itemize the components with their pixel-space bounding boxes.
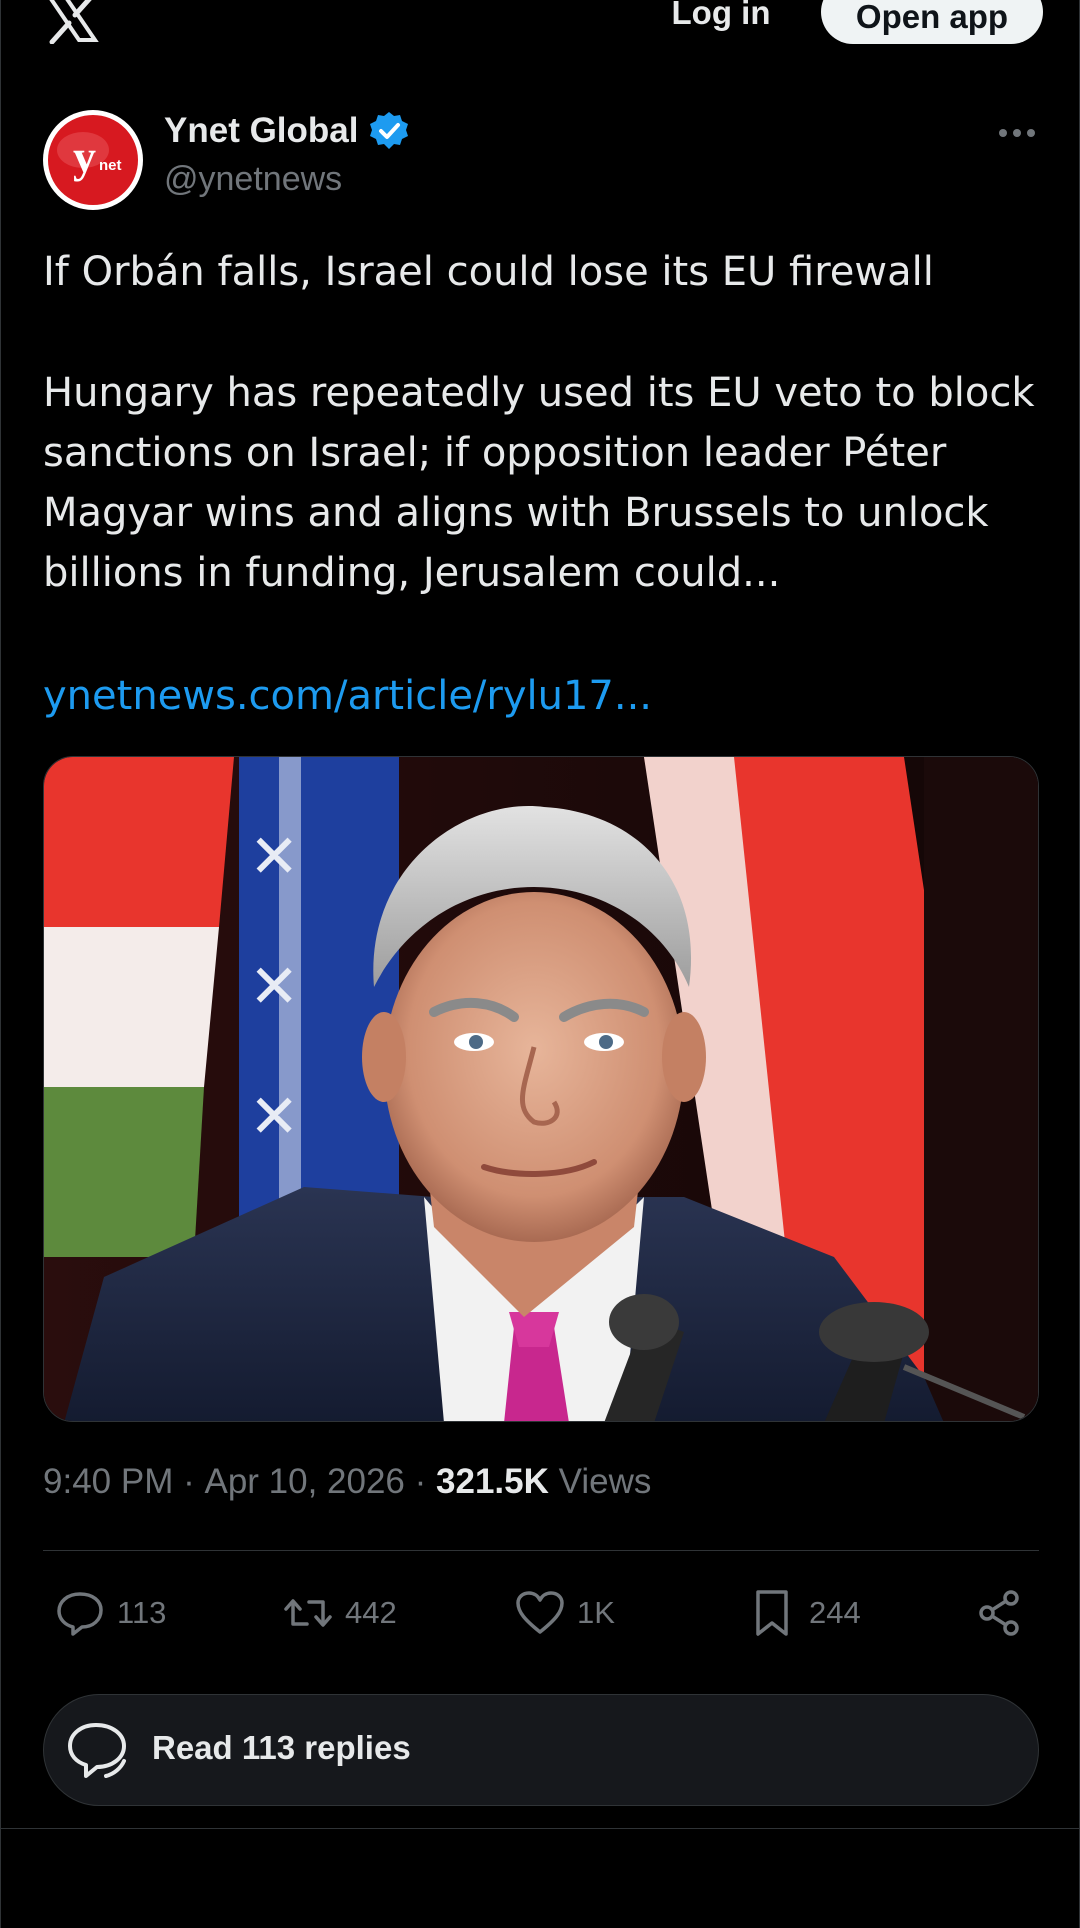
share-icon [979, 1590, 1019, 1636]
post-page: Log in Open app y net Ynet Global @ynetn… [0, 0, 1080, 1928]
post-headline: If Orbán falls, Israel could lose its EU… [43, 249, 934, 295]
read-replies-label: Read 113 replies [152, 1729, 411, 1766]
author-name[interactable]: Ynet Global [164, 111, 358, 151]
meta-separator: · [173, 1462, 205, 1501]
x-logo-icon[interactable] [45, 0, 99, 44]
more-options-icon[interactable] [995, 118, 1039, 148]
svg-text:✕: ✕ [249, 1082, 299, 1152]
bookmark-count: 244 [809, 1595, 861, 1630]
meta-separator-2: · [404, 1462, 437, 1501]
bookmark-button[interactable]: 244 [747, 1585, 861, 1641]
politician-photo: ✕ ✕ ✕ [44, 757, 1038, 1421]
svg-text:✕: ✕ [249, 822, 299, 892]
views-count: 321.5K [436, 1462, 549, 1501]
top-bar: Log in Open app [1, 0, 1080, 50]
reply-button[interactable]: 113 [55, 1585, 166, 1641]
share-button[interactable] [975, 1585, 1025, 1641]
svg-text:y: y [73, 131, 96, 182]
article-link[interactable]: ynetnews.com/article/rylu17... [43, 666, 1043, 726]
svg-text:✕: ✕ [249, 952, 299, 1022]
repost-count: 442 [345, 1595, 397, 1630]
ynet-logo-icon: y net [44, 111, 142, 209]
repost-icon [284, 1599, 332, 1627]
bookmark-icon [756, 1590, 788, 1636]
post-body: Hungary has repeatedly used its EU veto … [43, 370, 1035, 596]
divider [43, 1550, 1039, 1551]
heart-icon [516, 1591, 564, 1634]
views-label: Views [548, 1462, 652, 1501]
open-app-button[interactable]: Open app [821, 0, 1043, 44]
post-time[interactable]: 9:40 PM [43, 1462, 173, 1502]
like-button[interactable]: 1K [515, 1585, 615, 1641]
replies-icon [68, 1723, 126, 1778]
post-meta: 9:40 PM · Apr 10, 2026 · 321.5K Views [43, 1462, 651, 1502]
post-date[interactable]: Apr 10, 2026 [204, 1462, 404, 1502]
author-handle[interactable]: @ynetnews [164, 160, 342, 199]
post-image[interactable]: ✕ ✕ ✕ [43, 756, 1039, 1422]
repost-button[interactable]: 442 [283, 1585, 397, 1641]
verified-badge-icon [370, 112, 409, 149]
reply-count: 113 [117, 1595, 167, 1630]
bottom-divider [1, 1828, 1080, 1829]
author-name-row[interactable]: Ynet Global [164, 108, 410, 154]
reply-icon [57, 1592, 103, 1636]
avatar[interactable]: y net [43, 110, 143, 210]
read-replies-button[interactable]: Read 113 replies [43, 1694, 1039, 1806]
svg-text:net: net [99, 157, 122, 174]
log-in-button[interactable]: Log in [641, 0, 801, 36]
like-count: 1K [577, 1595, 615, 1630]
